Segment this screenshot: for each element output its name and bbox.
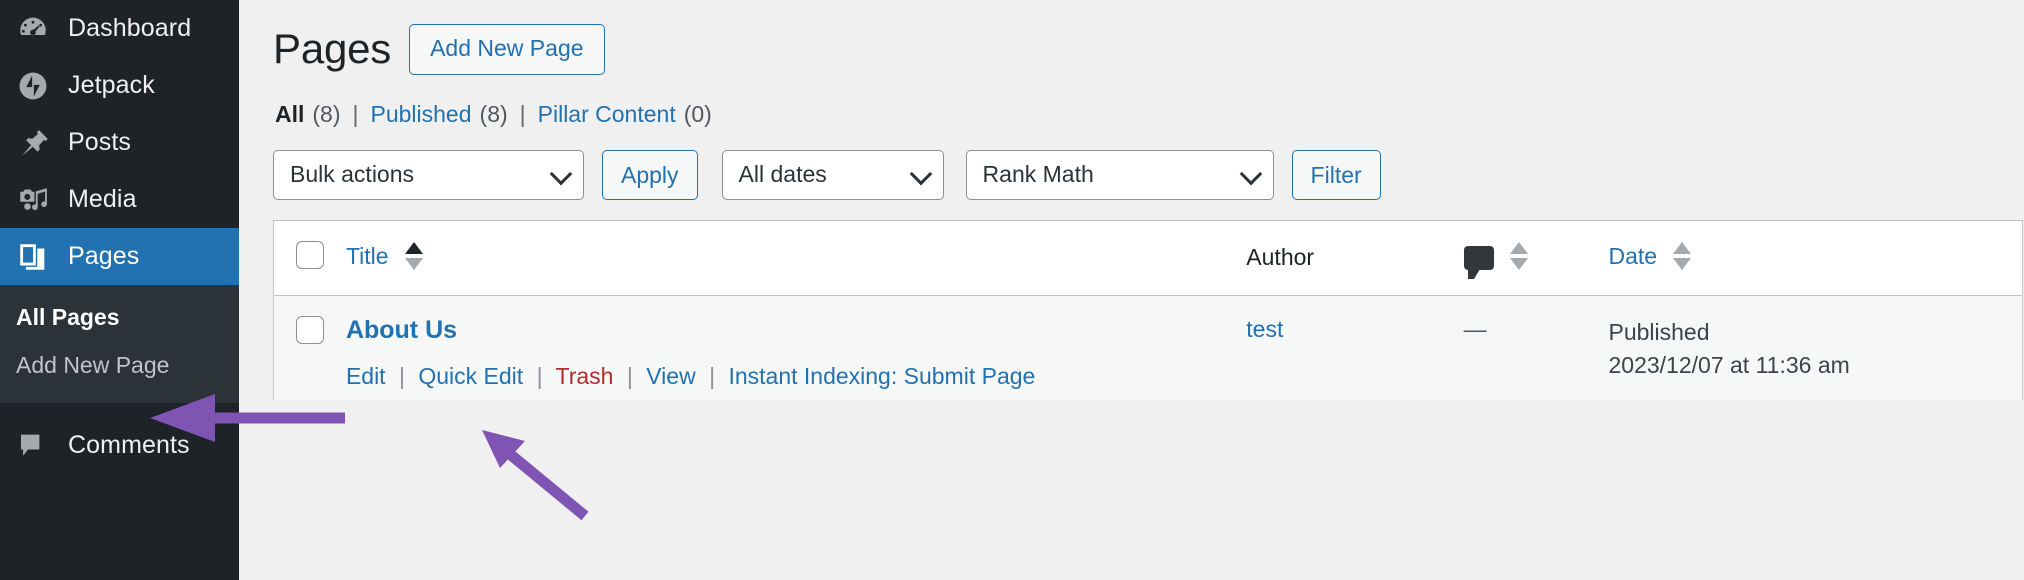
row-title-cell: About Us Edit | Quick Edit | Trash | Vie…: [345, 295, 1247, 401]
column-header-date[interactable]: Date: [1608, 220, 2023, 296]
column-header-author: Author: [1246, 220, 1464, 296]
table-navigation-top: Bulk actions Apply All dates Rank Math F…: [273, 149, 2024, 200]
dashboard-icon: [16, 12, 54, 46]
filter-button[interactable]: Filter: [1291, 149, 1381, 200]
row-comments-value: —: [1463, 315, 1487, 342]
sidebar-item-label: Media: [68, 185, 137, 213]
bulk-actions-select[interactable]: Bulk actions: [273, 149, 584, 200]
sidebar-item-all-pages[interactable]: All Pages: [0, 293, 239, 341]
jetpack-icon: [16, 69, 54, 103]
pin-icon: [16, 126, 54, 160]
sort-asc-icon: [404, 242, 423, 255]
row-action-edit[interactable]: Edit: [346, 363, 386, 389]
chevron-down-icon: [549, 162, 573, 185]
chevron-down-icon: [1239, 162, 1262, 185]
wp-admin-screen: Dashboard Jetpack Posts Media Pages All …: [0, 0, 2024, 580]
sidebar-item-comments[interactable]: Comments: [0, 417, 239, 474]
chevron-down-icon: [909, 162, 932, 185]
sort-indicator-title[interactable]: [404, 242, 423, 271]
sidebar-submenu-label: Add New Page: [16, 352, 170, 378]
admin-sidebar: Dashboard Jetpack Posts Media Pages All …: [0, 0, 239, 580]
row-action-separator: |: [709, 362, 716, 389]
view-published-count: (8): [479, 100, 508, 127]
sort-asc-icon: [1673, 242, 1692, 255]
row-action-view[interactable]: View: [646, 363, 695, 389]
comment-icon: [16, 429, 54, 463]
column-header-date-label[interactable]: Date: [1609, 243, 1658, 269]
view-pillar-content[interactable]: Pillar Content (0): [538, 101, 712, 128]
row-action-separator: |: [398, 362, 405, 389]
select-all-checkbox[interactable]: [296, 240, 324, 269]
sidebar-item-jetpack[interactable]: Jetpack: [0, 57, 239, 114]
row-actions: Edit | Quick Edit | Trash | View | Insta…: [346, 363, 1246, 390]
view-all-label[interactable]: All: [275, 101, 304, 128]
page-header: Pages Add New Page: [273, 14, 2024, 75]
column-header-comments[interactable]: [1463, 220, 1609, 296]
table-header-row: Title Author Date: [273, 220, 2023, 296]
page-title: Pages: [273, 25, 392, 73]
view-separator: |: [352, 100, 359, 127]
row-action-trash[interactable]: Trash: [556, 363, 614, 389]
column-header-title[interactable]: Title: [345, 220, 1247, 296]
add-new-page-button[interactable]: Add New Page: [409, 24, 605, 75]
table-head: Title Author Date: [273, 220, 2023, 296]
date-filter-value: All dates: [738, 161, 827, 188]
sidebar-submenu-pages: All Pages Add New Page: [0, 285, 239, 403]
apply-button[interactable]: Apply: [602, 149, 698, 200]
table-body: About Us Edit | Quick Edit | Trash | Vie…: [273, 295, 2023, 401]
sidebar-item-label: Jetpack: [68, 71, 155, 99]
sidebar-item-media[interactable]: Media: [0, 171, 239, 228]
sort-asc-icon: [1510, 242, 1529, 255]
sidebar-submenu-label: All Pages: [16, 304, 120, 330]
sort-desc-icon: [1510, 258, 1529, 271]
sidebar-item-label: Pages: [68, 242, 140, 270]
sidebar-item-label: Posts: [68, 128, 132, 156]
sidebar-item-dashboard[interactable]: Dashboard: [0, 0, 239, 57]
row-title-link[interactable]: About Us: [346, 316, 457, 345]
sidebar-item-label: Comments: [68, 431, 190, 459]
row-action-separator: |: [536, 362, 543, 389]
sidebar-item-add-new-page[interactable]: Add New Page: [0, 341, 239, 389]
rank-math-filter-value: Rank Math: [982, 161, 1094, 188]
row-select-cell: [273, 295, 346, 401]
pages-table: Title Author Date About Us Edit | Quick …: [273, 219, 2023, 401]
view-all-count: (8): [312, 100, 341, 127]
views-filter-list: All (8) | Published (8) | Pillar Content…: [275, 101, 2024, 128]
sidebar-separator: [0, 403, 239, 417]
column-header-author-label: Author: [1246, 244, 1315, 271]
sidebar-item-label: Dashboard: [68, 14, 192, 42]
row-date-status: Published: [1608, 318, 1710, 345]
sidebar-item-pages[interactable]: Pages: [0, 228, 239, 285]
row-author-link[interactable]: test: [1246, 316, 1283, 342]
sort-indicator-comments[interactable]: [1510, 242, 1529, 271]
select-all-header: [273, 220, 346, 296]
row-action-separator: |: [626, 362, 633, 389]
table-row: About Us Edit | Quick Edit | Trash | Vie…: [273, 295, 2023, 401]
sidebar-item-posts[interactable]: Posts: [0, 114, 239, 171]
row-date-value: 2023/12/07 at 11:36 am: [1608, 351, 1850, 378]
row-date-cell: Published 2023/12/07 at 11:36 am: [1608, 295, 2023, 401]
date-filter-select[interactable]: All dates: [721, 149, 944, 200]
row-checkbox[interactable]: [296, 315, 324, 344]
row-action-instant-indexing[interactable]: Instant Indexing: Submit Page: [728, 363, 1035, 389]
sort-desc-icon: [1673, 258, 1692, 271]
view-published[interactable]: Published (8): [371, 101, 508, 128]
pages-icon: [16, 240, 54, 274]
view-pillar-content-label[interactable]: Pillar Content: [538, 101, 676, 128]
rank-math-filter-select[interactable]: Rank Math: [965, 149, 1274, 200]
view-published-label[interactable]: Published: [371, 101, 472, 128]
sort-desc-icon: [404, 258, 423, 271]
bulk-actions-value: Bulk actions: [290, 161, 415, 188]
comment-bubble-icon: [1463, 246, 1494, 280]
sort-indicator-date[interactable]: [1673, 242, 1692, 271]
row-action-quick-edit[interactable]: Quick Edit: [418, 363, 523, 389]
view-pillar-content-count: (0): [683, 100, 712, 127]
view-separator: |: [519, 100, 526, 127]
view-all[interactable]: All (8): [275, 101, 341, 128]
row-comments-cell: —: [1463, 295, 1609, 401]
media-icon: [16, 183, 54, 217]
row-author-cell: test: [1246, 295, 1464, 401]
column-header-title-label[interactable]: Title: [346, 243, 389, 269]
main-content: Pages Add New Page All (8) | Published (…: [239, 0, 2024, 580]
